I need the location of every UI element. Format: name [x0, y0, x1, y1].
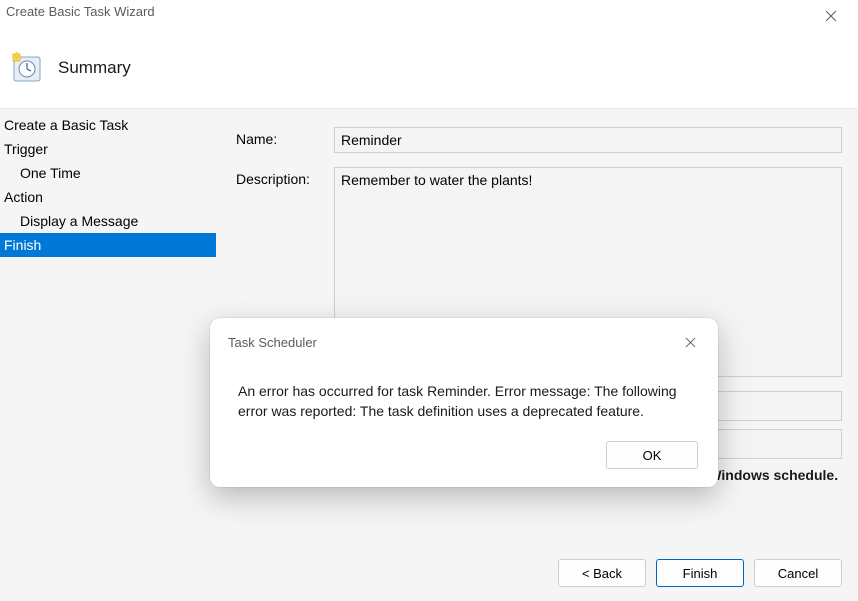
- page-title: Summary: [58, 58, 131, 78]
- window-title: Create Basic Task Wizard: [6, 4, 155, 19]
- name-field[interactable]: [334, 127, 842, 153]
- back-button[interactable]: < Back: [558, 559, 646, 587]
- wizard-button-bar: < Back Finish Cancel: [0, 547, 858, 601]
- step-finish[interactable]: Finish: [0, 233, 216, 257]
- error-dialog-title: Task Scheduler: [228, 335, 317, 350]
- clock-icon: [10, 51, 44, 85]
- close-icon[interactable]: [676, 330, 704, 354]
- step-sidebar: Create a Basic Task Trigger One Time Act…: [0, 109, 216, 547]
- error-dialog-actions: OK: [210, 431, 718, 487]
- name-row: Name:: [236, 127, 842, 153]
- description-label: Description:: [236, 167, 334, 187]
- step-display-message[interactable]: Display a Message: [0, 209, 216, 233]
- ok-button[interactable]: OK: [606, 441, 698, 469]
- step-one-time[interactable]: One Time: [0, 161, 216, 185]
- close-icon[interactable]: [814, 4, 848, 28]
- error-dialog: Task Scheduler An error has occurred for…: [210, 318, 718, 487]
- step-trigger[interactable]: Trigger: [0, 137, 216, 161]
- finish-button[interactable]: Finish: [656, 559, 744, 587]
- error-dialog-message: An error has occurred for task Reminder.…: [210, 360, 718, 431]
- name-label: Name:: [236, 127, 334, 147]
- window-titlebar: Create Basic Task Wizard: [0, 0, 858, 28]
- wizard-header: Summary: [0, 28, 858, 108]
- error-dialog-header: Task Scheduler: [210, 318, 718, 360]
- cancel-button[interactable]: Cancel: [754, 559, 842, 587]
- step-action[interactable]: Action: [0, 185, 216, 209]
- step-create-basic-task[interactable]: Create a Basic Task: [0, 113, 216, 137]
